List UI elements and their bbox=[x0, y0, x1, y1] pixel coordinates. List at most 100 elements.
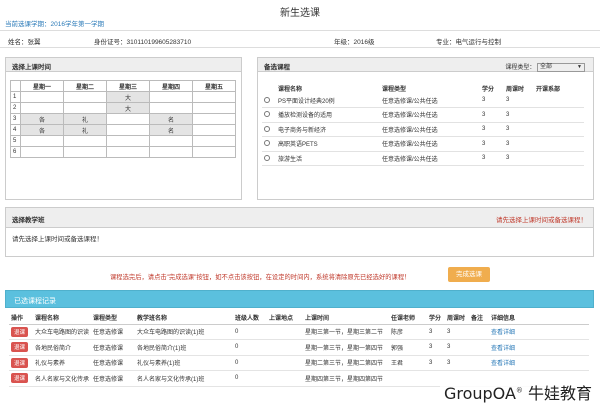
class-size: 0 bbox=[233, 355, 267, 371]
course-radio[interactable] bbox=[264, 125, 270, 132]
course-name: 旅游生活 bbox=[276, 151, 380, 166]
course-type: 任意选修课/公共任选 bbox=[380, 122, 480, 137]
withdraw-button[interactable]: 退课 bbox=[11, 342, 29, 353]
teacher: 王君 bbox=[389, 355, 427, 371]
course-type-label: 课程类型： bbox=[505, 65, 536, 71]
col-header: 学分 bbox=[427, 312, 445, 325]
timetable-cell[interactable] bbox=[63, 135, 107, 147]
class-select-panel: 选择教学班 请先选择上课时间或备选课程！ 请先选择上课时间或备选课程！ bbox=[5, 207, 594, 257]
period-number: 2 bbox=[10, 102, 21, 114]
timetable-cell[interactable] bbox=[149, 102, 193, 114]
course-radio[interactable] bbox=[264, 111, 270, 118]
note bbox=[469, 339, 489, 356]
timetable-cell[interactable] bbox=[192, 113, 236, 125]
course-name: 礼仪与素养 bbox=[33, 355, 91, 371]
timetable-cell[interactable] bbox=[149, 135, 193, 147]
timetable-cell[interactable]: 名 bbox=[149, 124, 193, 136]
col-header: 周课时 bbox=[445, 312, 469, 325]
timetable-cell[interactable] bbox=[63, 146, 107, 158]
course-radio[interactable] bbox=[264, 96, 270, 103]
course-type: 任意选修课 bbox=[91, 355, 135, 371]
course-row[interactable]: 高职英语PETS 任意选修课/公共任选 3 3 bbox=[262, 136, 584, 152]
timetable-cell[interactable]: 各 bbox=[20, 124, 64, 136]
timetable-cell[interactable] bbox=[20, 102, 64, 114]
course-radio[interactable] bbox=[264, 140, 270, 147]
withdraw-button[interactable]: 退课 bbox=[11, 357, 29, 368]
timetable-cell[interactable] bbox=[192, 135, 236, 147]
timetable-cell[interactable] bbox=[106, 135, 150, 147]
view-detail-link[interactable]: 查看详细 bbox=[491, 361, 515, 367]
timetable-cell[interactable] bbox=[20, 146, 64, 158]
course-row[interactable]: 旅游生活 任意选修课/公共任选 3 3 bbox=[262, 151, 584, 166]
course-name: 名人名家与文化传承 bbox=[33, 370, 91, 387]
course-hours: 3 bbox=[504, 151, 534, 166]
timetable-cell[interactable] bbox=[192, 102, 236, 114]
timetable-cell[interactable]: 礼 bbox=[63, 113, 107, 125]
withdraw-button[interactable]: 退课 bbox=[11, 326, 29, 337]
timetable-cell[interactable] bbox=[20, 91, 64, 103]
page-title: 新生选课 bbox=[280, 8, 320, 19]
course-row[interactable]: PS平面设计经典20例 任意选修课/公共任选 3 3 bbox=[262, 93, 584, 108]
class-place bbox=[267, 370, 303, 387]
course-dept bbox=[534, 122, 584, 137]
course-radio[interactable] bbox=[264, 154, 270, 161]
timetable-cell[interactable] bbox=[63, 91, 107, 103]
withdraw-button[interactable]: 退课 bbox=[11, 373, 29, 384]
course-dept bbox=[534, 93, 584, 108]
timetable-day: 星期二 bbox=[63, 80, 107, 92]
timetable-cell[interactable]: 大 bbox=[106, 102, 150, 114]
hours: 3 bbox=[445, 324, 469, 340]
finish-notice: 课程选完后，请点击"完成选课"按钮，如不点击该按钮，在设定的时间内，系统将清除原… bbox=[110, 274, 411, 281]
timetable-cell[interactable] bbox=[20, 135, 64, 147]
registered-mark: ® bbox=[515, 386, 523, 395]
period-number: 1 bbox=[10, 91, 21, 103]
class-name: 各地民俗简介(1)班 bbox=[135, 339, 233, 356]
timetable-cell[interactable]: 礼 bbox=[63, 124, 107, 136]
col-header: 周课时 bbox=[506, 87, 525, 93]
finish-selection-button[interactable]: 完成选课 bbox=[448, 267, 490, 282]
class-name: 大众车电路图的识读(1)班 bbox=[135, 324, 233, 340]
course-type: 任意选修课/公共任选 bbox=[380, 151, 480, 166]
course-credit: 3 bbox=[480, 151, 504, 166]
view-detail-link[interactable]: 查看详细 bbox=[491, 330, 515, 336]
course-type-select[interactable]: 全部 ▼ bbox=[537, 62, 585, 72]
timetable-title: 选择上课时间 bbox=[6, 58, 241, 72]
view-detail-link[interactable]: 查看详细 bbox=[491, 346, 515, 352]
timetable-cell[interactable] bbox=[106, 146, 150, 158]
timetable-corner bbox=[10, 80, 21, 92]
teacher: 陈彦 bbox=[389, 324, 427, 340]
course-row[interactable]: 播放检测设备的适用 任意选修课/公共任选 3 3 bbox=[262, 107, 584, 123]
timetable-cell[interactable] bbox=[106, 124, 150, 136]
timetable-cell[interactable]: 名 bbox=[149, 113, 193, 125]
course-name: 大众车电路图的识读 bbox=[33, 324, 91, 340]
course-credit: 3 bbox=[480, 107, 504, 123]
teacher: 郭强 bbox=[389, 339, 427, 356]
course-credit: 3 bbox=[480, 136, 504, 152]
chevron-down-icon: ▼ bbox=[577, 63, 582, 70]
timetable-cell[interactable] bbox=[149, 91, 193, 103]
timetable-cell[interactable] bbox=[192, 124, 236, 136]
col-header: 操作 bbox=[9, 312, 33, 325]
timetable-day: 星期三 bbox=[106, 80, 150, 92]
credit: 3 bbox=[427, 324, 445, 340]
timetable-cell[interactable] bbox=[192, 146, 236, 158]
class-select-header: 选择教学班 请先选择上课时间或备选课程！ bbox=[6, 208, 593, 228]
course-type: 任意选修课 bbox=[91, 324, 135, 340]
timetable-cell[interactable] bbox=[149, 146, 193, 158]
timetable-cell[interactable] bbox=[63, 102, 107, 114]
course-row[interactable]: 电子商务与新经济 任意选修课/公共任选 3 3 bbox=[262, 122, 584, 137]
course-dept bbox=[534, 151, 584, 166]
course-name: 电子商务与新经济 bbox=[276, 122, 380, 137]
timetable-cell[interactable] bbox=[106, 113, 150, 125]
course-name: 高职英语PETS bbox=[276, 136, 380, 152]
class-size: 0 bbox=[233, 324, 267, 340]
student-info-bar: 姓名：张翼 身份证号：310110199605283710 年级：2016级 专… bbox=[0, 30, 600, 48]
timetable-cell[interactable]: 大 bbox=[106, 91, 150, 103]
selected-courses-title: 已选课程记录 bbox=[14, 298, 56, 305]
course-type-filter: 课程类型： 全部 ▼ bbox=[505, 62, 585, 72]
timetable-cell[interactable] bbox=[192, 91, 236, 103]
class-size: 0 bbox=[233, 370, 267, 387]
credit: 3 bbox=[427, 355, 445, 371]
timetable-cell[interactable]: 各 bbox=[20, 113, 64, 125]
col-header: 教学班名称 bbox=[135, 312, 233, 325]
